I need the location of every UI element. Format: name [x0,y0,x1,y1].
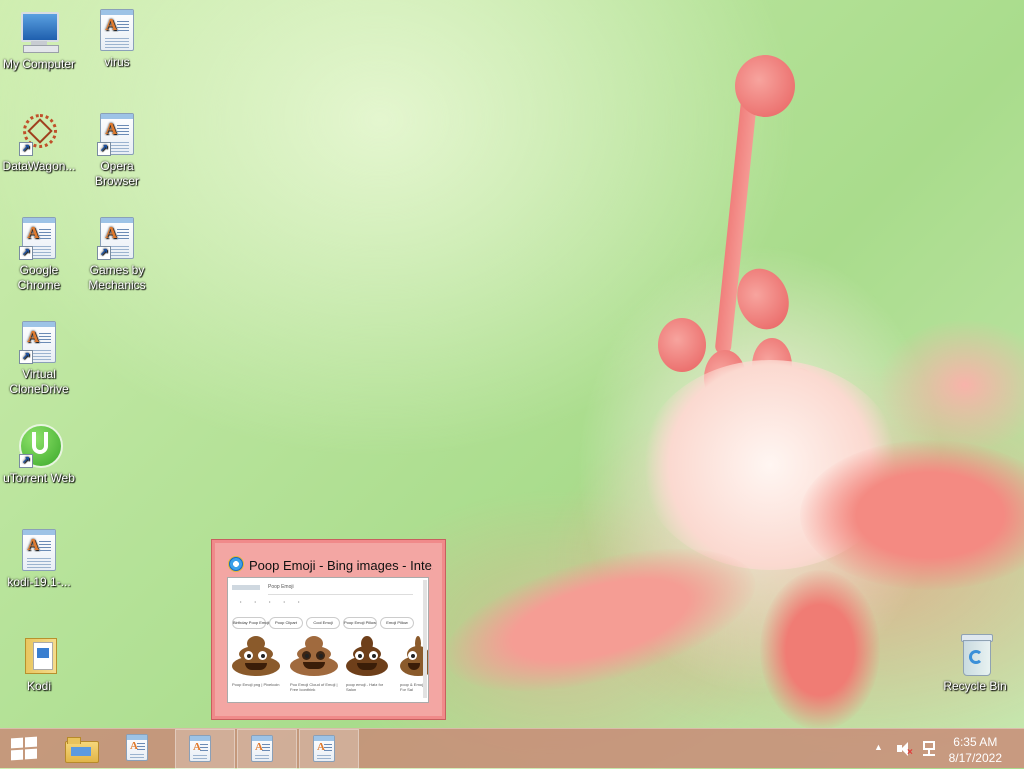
desktop-icon-label: My Computer [2,57,76,71]
preview-chips: Birthday Poop Emoji Poop Clipart Cool Emoj… [232,611,417,629]
start-button[interactable] [0,729,48,769]
shortcut-arrow-icon: ↗ [19,454,33,468]
file-explorer-icon [65,737,99,763]
chevron-up-icon: ▲ [874,742,883,752]
computer-icon [19,10,59,54]
shortcut-arrow-icon: ↗ [19,142,33,156]
document-icon: A ↗ [97,112,137,156]
desktop-icon-kodi[interactable]: Kodi [0,632,79,694]
taskbar-app-button-3[interactable]: A [237,729,297,769]
clock-date: 8/17/2022 [948,751,1002,765]
desktop-icon-label: Games by Mechanics [88,263,146,292]
desktop-icon-label: Google Chrome [17,263,61,292]
windows-logo-icon [11,736,37,761]
desktop-icon-virus[interactable]: A virus [77,8,157,70]
preview-caption: poop emoji - Hatz for Salon [346,682,384,692]
desktop-icon-label: Kodi [26,679,52,693]
taskbar-thumbnail-preview[interactable]: Poop Emoji - Bing images - Inte... Poop … [211,539,446,720]
shortcut-arrow-icon: ↗ [19,350,33,364]
internet-explorer-icon [228,556,244,572]
document-icon: A ↗ [97,216,137,260]
taskbar-app-button-4[interactable]: A [299,729,359,769]
desktop-icon-label: DataWagon... [2,159,76,173]
shortcut-arrow-icon: ↗ [97,142,111,156]
desktop-icon-label: Opera Browser [94,159,139,188]
desktop-icon-kodi-installer[interactable]: A kodi-19.1-... [0,528,79,590]
document-icon: A ↗ [19,216,59,260]
document-icon: A [251,735,273,762]
desktop-icon-label: kodi-19.1-... [7,575,71,589]
preview-caption: Poop Emoji png | Pixelcoin [232,682,280,687]
show-hidden-icons-button[interactable]: ▲ [874,742,883,756]
preview-scrollbar [423,580,427,698]
desktop-icon-label: Recycle Bin [943,679,1007,693]
desktop-icon-label: uTorrent Web [3,471,75,485]
desktop-icon-my-computer[interactable]: My Computer [0,10,79,72]
desktop-icon-opera-browser[interactable]: A ↗ Opera Browser [77,112,157,189]
taskbar-app-button-2[interactable]: A [175,729,235,769]
network-icon [923,741,935,750]
taskbar-file-explorer-button[interactable] [50,729,110,769]
poop-emoji-image [288,628,340,676]
shortcut-arrow-icon: ↗ [97,246,111,260]
document-icon: A ↗ [19,320,59,364]
volume-button[interactable]: × [896,741,914,758]
taskbar-clock[interactable]: 6:35 AM 8/17/2022 [949,734,1002,766]
thumbnail-window-preview: Poop Emoji • • • • • Birthday Poop Emoji… [227,577,429,703]
preview-search-box: Poop Emoji [268,584,413,595]
desktop-icon-games-by-mechanics[interactable]: A ↗ Games by Mechanics [77,216,157,293]
recycle-bin-icon [955,632,995,676]
desktop-icon-datawagon[interactable]: ↗ DataWagon... [0,112,79,174]
desktop-icon-virtual-clonedrive[interactable]: A ↗ Virtual CloneDrive [0,320,79,397]
taskbar: A A A A ▲ × 6:35 AM 8/17/2022 [0,728,1024,769]
star-logo-icon: ↗ [19,112,59,156]
clock-time: 6:35 AM [953,735,998,749]
document-icon: A [189,735,211,762]
utorrent-icon: ↗ [19,424,63,468]
poop-emoji-image [230,628,282,676]
document-icon: A [19,528,59,572]
poop-emoji-image [344,628,390,676]
network-button[interactable] [921,740,939,758]
document-icon: A [126,734,148,761]
folder-icon [19,632,59,676]
preview-tabs: • • • • • [240,599,306,604]
document-icon: A [97,8,137,52]
desktop-icon-label: Virtual CloneDrive [9,367,69,396]
taskbar-app-button-1[interactable]: A [113,729,173,769]
desktop-icon-label: virus [104,55,130,69]
desktop-icon-google-chrome[interactable]: A ↗ Google Chrome [0,216,79,293]
preview-caption: Poo Emoji Cloud of Emoji | Free Iconthin… [290,682,338,692]
document-icon: A [313,735,335,762]
thumbnail-title: Poop Emoji - Bing images - Inte... [228,556,433,573]
shortcut-arrow-icon: ↗ [19,246,33,260]
desktop-icon-recycle-bin[interactable]: Recycle Bin [935,632,1015,694]
desktop-icon-utorrent-web[interactable]: ↗ uTorrent Web [0,424,79,486]
